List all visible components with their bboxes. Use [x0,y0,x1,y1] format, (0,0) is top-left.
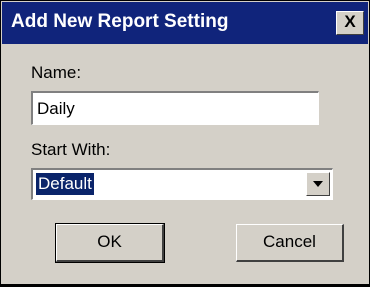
start-with-select[interactable]: Default [31,168,333,200]
dialog-window: Add New Report Setting X Name: Start Wit… [0,0,370,287]
close-icon: X [344,12,356,31]
ok-button[interactable]: OK [55,223,165,263]
dropdown-button[interactable] [306,172,330,196]
name-input[interactable] [31,91,319,125]
close-button[interactable]: X [336,11,364,35]
title-bar[interactable]: Add New Report Setting X [2,2,368,44]
name-label: Name: [31,63,82,82]
start-with-selected-value: Default [36,173,94,195]
dialog-title: Add New Report Setting [11,11,229,32]
cancel-button[interactable]: Cancel [236,224,344,262]
start-with-label: Start With: [31,140,111,159]
chevron-down-icon [313,181,323,187]
